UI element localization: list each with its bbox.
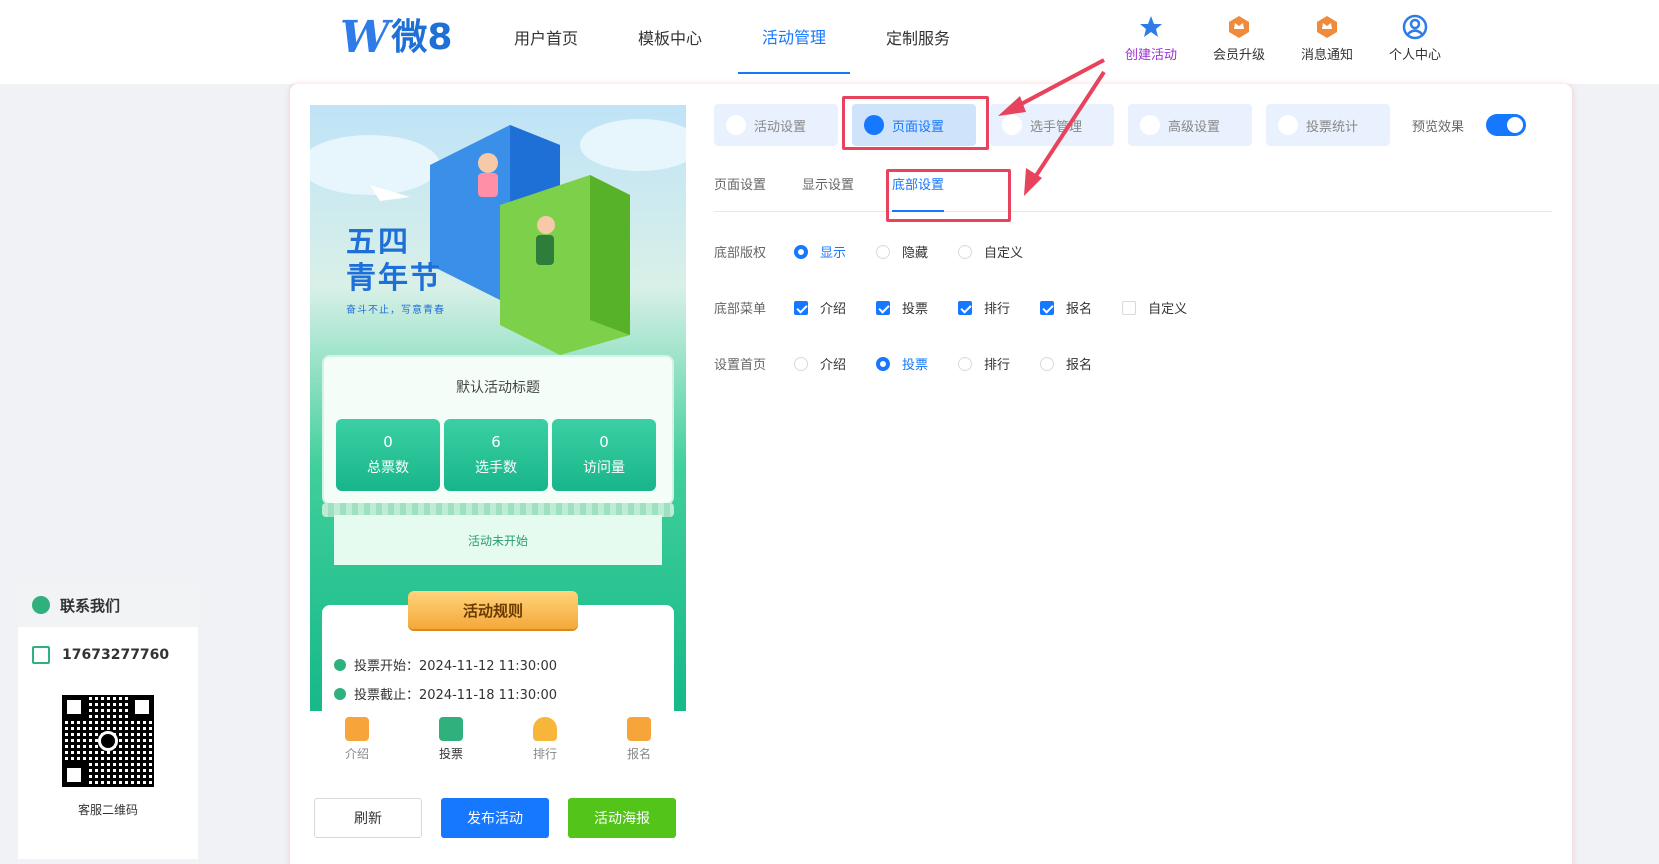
contact-title: 联系我们 [60,596,121,615]
qr-corner [62,763,86,787]
qr-code [62,695,154,787]
contact-panel: 联系我们 17673277760 客服二维码 [18,583,198,859]
contact-phone-row: 17673277760 [18,627,198,683]
annotation-arrows [998,58,1106,196]
customer-service-icon [32,596,50,614]
qr-label: 客服二维码 [77,803,138,817]
phone-icon [32,646,50,664]
contact-phone-number[interactable]: 17673277760 [62,647,169,663]
qr-corner [62,695,86,719]
wechat-icon [98,731,118,751]
contact-header: 联系我们 [18,583,198,627]
qr-corner [130,695,154,719]
